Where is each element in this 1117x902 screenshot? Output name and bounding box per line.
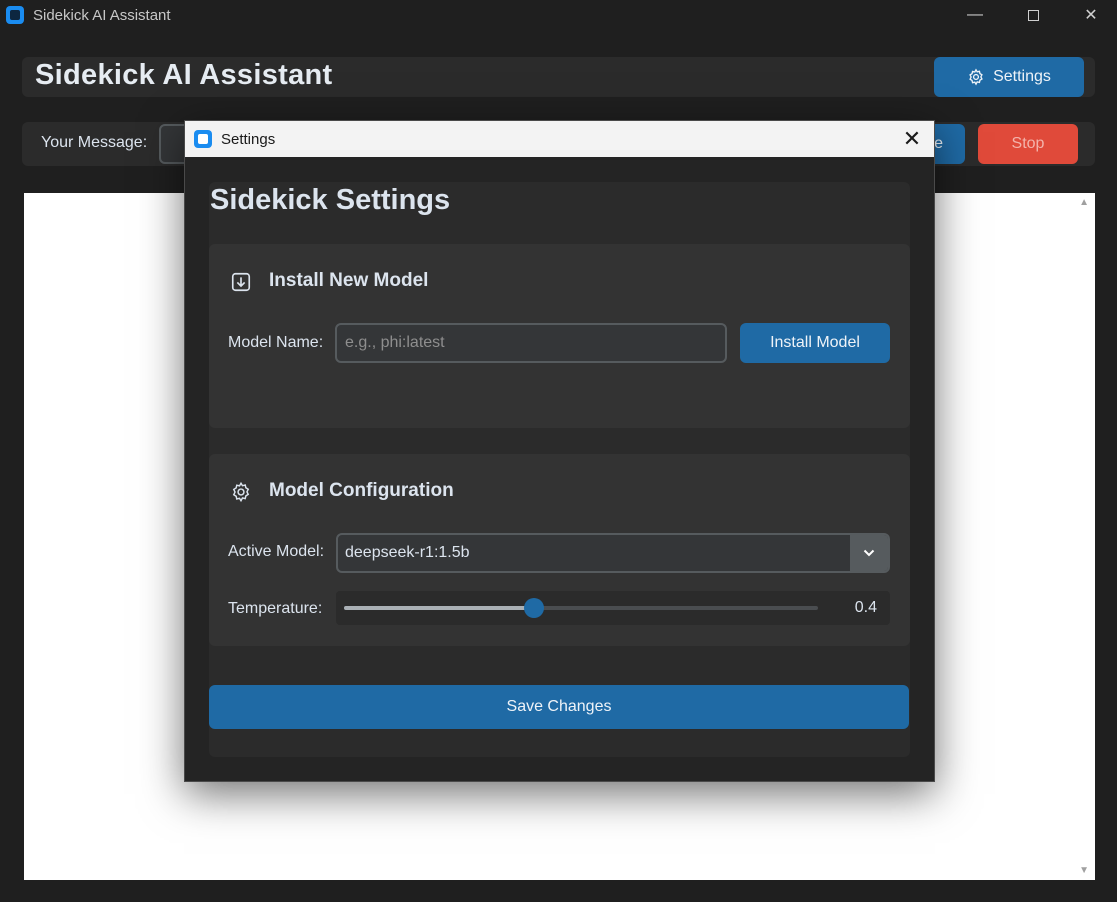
scroll-up-icon[interactable]: ▲ <box>1079 197 1089 208</box>
maximize-button[interactable] <box>1004 0 1062 30</box>
window-close-button[interactable]: ✕ <box>1062 0 1117 30</box>
dialog-title: Settings <box>221 130 276 148</box>
model-name-label: Model Name: <box>228 334 324 351</box>
stop-button-label: Stop <box>1011 135 1045 152</box>
minimize-icon: — <box>967 6 983 23</box>
minimize-button[interactable]: — <box>946 0 1004 30</box>
window-titlebar: Sidekick AI Assistant — ✕ <box>0 0 1117 30</box>
window-title: Sidekick AI Assistant <box>33 6 171 24</box>
temperature-slider-frame: 0.4 <box>336 591 890 625</box>
active-model-label: Active Model: <box>228 543 325 560</box>
settings-button[interactable]: Settings <box>934 57 1084 97</box>
download-icon <box>229 270 253 294</box>
config-section-title: Model Configuration <box>269 480 454 501</box>
temperature-slider-thumb[interactable] <box>523 598 544 618</box>
install-model-button[interactable]: Install Model <box>740 323 890 363</box>
stop-button[interactable]: Stop <box>978 124 1078 164</box>
temperature-slider[interactable] <box>344 598 818 618</box>
dialog-body: Sidekick Settings Install New Model Mode… <box>209 182 910 757</box>
save-changes-button[interactable]: Save Changes <box>209 685 909 729</box>
model-configuration-section: Model Configuration Active Model: deepse… <box>209 454 910 646</box>
model-name-input[interactable] <box>335 323 727 363</box>
dialog-titlebar: Settings ✕ <box>185 121 934 157</box>
gear-icon <box>229 480 253 504</box>
dialog-close-button[interactable]: ✕ <box>890 121 934 157</box>
app-heading: Sidekick AI Assistant <box>35 59 333 91</box>
dialog-app-icon <box>194 130 212 148</box>
temperature-label: Temperature: <box>228 600 323 617</box>
save-changes-button-label: Save Changes <box>506 698 612 715</box>
settings-dialog: Settings ✕ Sidekick Settings Install New… <box>184 120 935 782</box>
close-icon: ✕ <box>1084 7 1098 24</box>
chevron-down-icon[interactable] <box>850 535 888 571</box>
gear-icon <box>969 68 983 86</box>
install-model-button-label: Install Model <box>770 334 860 351</box>
install-model-section: Install New Model Model Name: Install Mo… <box>209 244 910 428</box>
close-icon: ✕ <box>902 126 922 151</box>
scroll-down-icon[interactable]: ▼ <box>1079 865 1089 876</box>
active-model-dropdown[interactable]: deepseek-r1:1.5b <box>336 533 890 573</box>
temperature-value: 0.4 <box>854 599 877 616</box>
message-label: Your Message: <box>41 134 148 151</box>
active-model-value: deepseek-r1:1.5b <box>345 544 470 561</box>
temperature-slider-fill <box>344 606 534 610</box>
install-section-title: Install New Model <box>269 270 429 291</box>
app-icon <box>6 6 24 24</box>
header-bar: Sidekick AI Assistant Settings <box>22 57 1095 97</box>
maximize-icon <box>1027 9 1039 21</box>
dialog-heading: Sidekick Settings <box>210 184 451 216</box>
send-button-label: e <box>934 135 943 152</box>
settings-button-label: Settings <box>993 68 1051 85</box>
